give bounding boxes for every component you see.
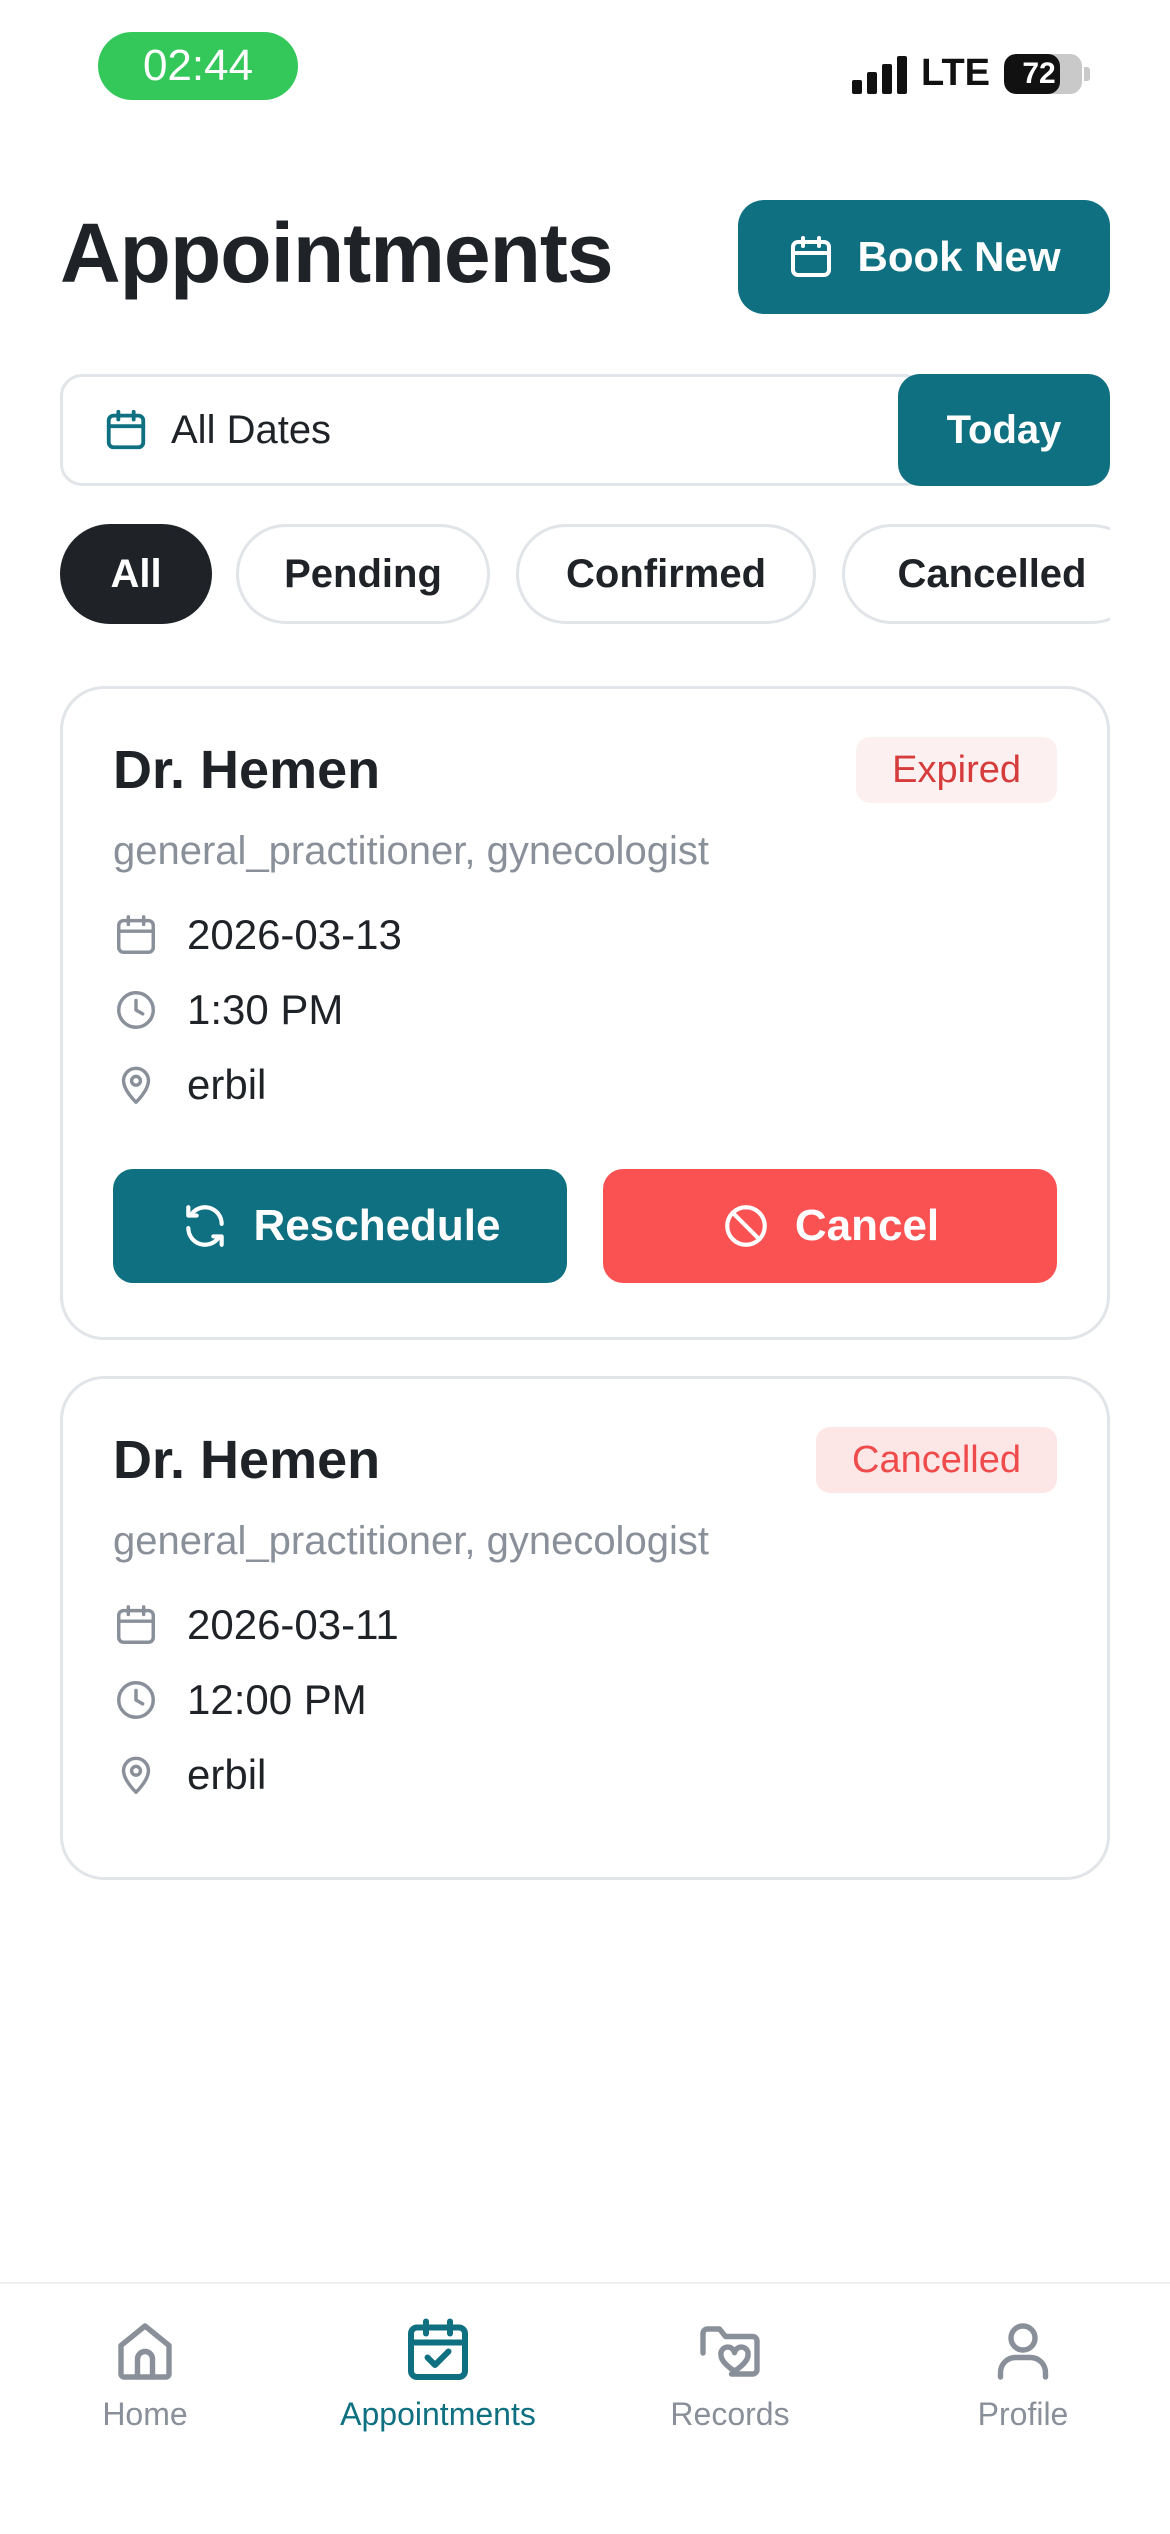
today-button[interactable]: Today xyxy=(898,374,1110,486)
battery-icon: 72 xyxy=(1004,53,1082,94)
status-filter-chips: All Pending Confirmed Cancelled xyxy=(60,524,1110,624)
appointment-date-row: 2026-03-13 xyxy=(113,911,402,959)
status-badge: Expired xyxy=(856,737,1057,803)
status-time: 02:44 xyxy=(98,32,298,100)
tab-records[interactable]: Records xyxy=(600,2314,860,2433)
status-badge: Cancelled xyxy=(816,1427,1057,1493)
tab-profile[interactable]: Profile xyxy=(893,2314,1153,2433)
page-title: Appointments xyxy=(60,206,614,300)
chip-pending[interactable]: Pending xyxy=(236,524,490,624)
tab-records-label: Records xyxy=(670,2396,790,2432)
chip-cancelled[interactable]: Cancelled xyxy=(842,524,1110,624)
user-icon xyxy=(997,2323,1049,2380)
clock-icon xyxy=(117,991,155,1029)
doctor-name: Dr. Hemen xyxy=(113,740,381,800)
appointment-actions: Reschedule Cancel xyxy=(113,1169,1057,1283)
appointment-time-row: 1:30 PM xyxy=(113,986,343,1034)
appointment-location: erbil xyxy=(187,1061,267,1108)
signal-icon xyxy=(852,54,908,94)
cancel-button[interactable]: Cancel xyxy=(603,1169,1057,1283)
appointment-date-row: 2026-03-11 xyxy=(113,1601,399,1649)
appointment-date: 2026-03-13 xyxy=(187,911,402,958)
appointment-location: erbil xyxy=(187,1751,267,1798)
appointment-card[interactable]: Dr. Hemen Expired general_practitioner, … xyxy=(60,686,1110,1340)
bottom-tab-bar: Home Appointments Records Profile xyxy=(0,2282,1170,2534)
book-new-label: Book New xyxy=(857,233,1061,280)
ban-icon xyxy=(725,1205,767,1247)
chip-all[interactable]: All xyxy=(60,524,212,624)
home-icon xyxy=(118,2323,172,2380)
location-pin-icon xyxy=(121,1066,151,1104)
network-label: LTE xyxy=(921,52,990,94)
calendar-icon xyxy=(117,915,155,954)
clock-icon xyxy=(117,1681,155,1719)
calendar-icon xyxy=(117,1605,155,1644)
date-filter-label: All Dates xyxy=(171,407,332,452)
calendar-check-icon xyxy=(408,2318,468,2380)
date-filter-select[interactable]: All Dates xyxy=(60,374,926,486)
appointment-location-row: erbil xyxy=(113,1751,266,1799)
tab-home-label: Home xyxy=(102,2396,188,2432)
calendar-icon xyxy=(106,409,146,450)
status-indicators: LTE 72 xyxy=(852,52,1090,95)
chip-confirmed[interactable]: Confirmed xyxy=(516,524,816,624)
doctor-specialty: general_practitioner, gynecologist xyxy=(113,1519,709,1563)
tab-appointments[interactable]: Appointments xyxy=(308,2314,568,2433)
refresh-icon xyxy=(185,1205,224,1247)
reschedule-label: Reschedule xyxy=(253,1201,501,1250)
appointment-card[interactable]: Dr. Hemen Cancelled general_practitioner… xyxy=(60,1376,1110,1880)
folder-heart-icon xyxy=(700,2326,760,2377)
tab-appointments-label: Appointments xyxy=(340,2396,536,2432)
appointment-time: 1:30 PM xyxy=(187,986,344,1033)
book-new-button[interactable]: Book New xyxy=(738,200,1110,314)
battery-level: 72 xyxy=(1022,56,1056,90)
status-bar: 02:44 LTE 72 xyxy=(0,0,1170,140)
doctor-name: Dr. Hemen xyxy=(113,1430,381,1490)
appointment-time: 12:00 PM xyxy=(187,1676,367,1723)
cancel-label: Cancel xyxy=(794,1201,940,1250)
appointment-location-row: erbil xyxy=(113,1061,266,1109)
appointment-time-row: 12:00 PM xyxy=(113,1676,367,1724)
tab-home[interactable]: Home xyxy=(15,2314,275,2433)
reschedule-button[interactable]: Reschedule xyxy=(113,1169,567,1283)
appointment-date: 2026-03-11 xyxy=(187,1601,399,1648)
tab-profile-label: Profile xyxy=(977,2396,1069,2432)
location-pin-icon xyxy=(121,1756,151,1794)
calendar-icon xyxy=(791,236,832,277)
doctor-specialty: general_practitioner, gynecologist xyxy=(113,829,709,873)
